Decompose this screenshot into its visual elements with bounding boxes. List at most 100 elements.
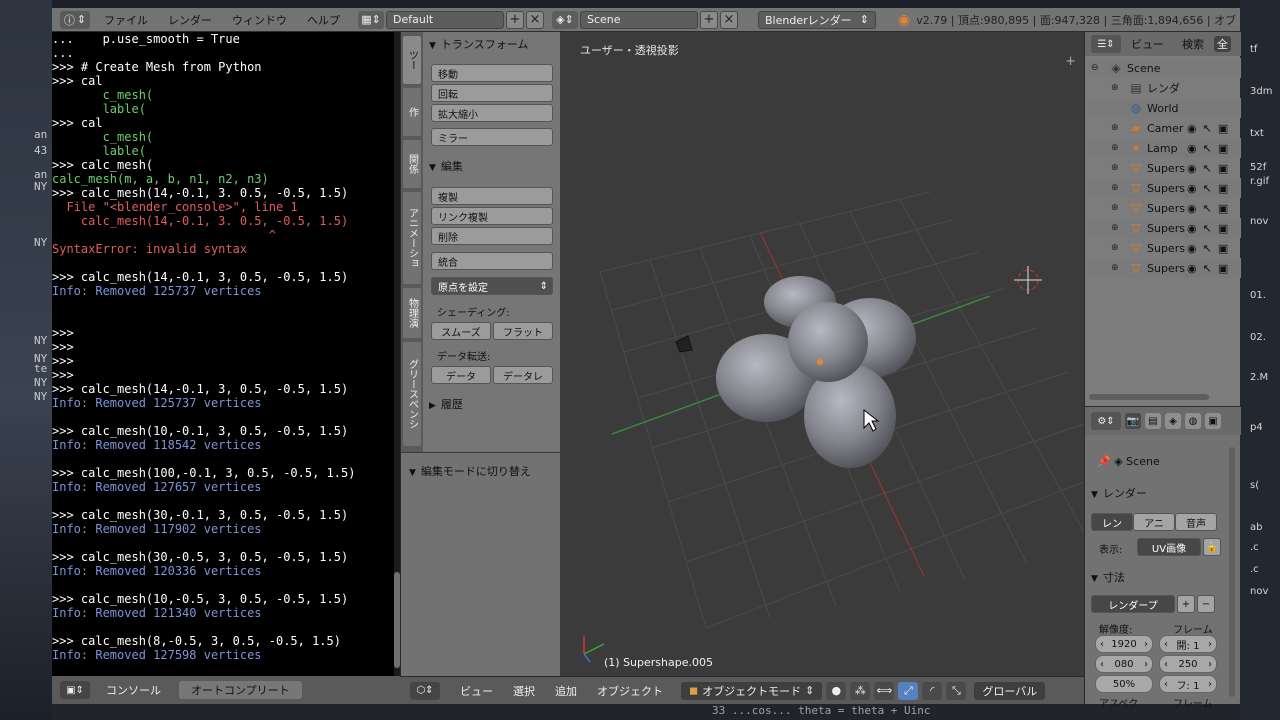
- object-context-icon[interactable]: ▣: [1205, 413, 1221, 429]
- eye-icon[interactable]: ◉: [1187, 122, 1197, 135]
- outliner-item[interactable]: ◍ World: [1085, 98, 1241, 118]
- interaction-mode-dropdown[interactable]: ◼ オブジェクトモード ⇕: [681, 681, 823, 700]
- outliner-item[interactable]: ⊕ ▽ Supers ◉ ↖ ▣: [1085, 158, 1241, 178]
- outliner-item[interactable]: ⊕ ▰ Camer ◉ ↖ ▣: [1085, 118, 1241, 138]
- outliner-item[interactable]: ⊕ ▽ Supers ◉ ↖ ▣: [1085, 238, 1241, 258]
- scene-context-icon[interactable]: ◈: [1165, 413, 1181, 429]
- screen-layout-icon[interactable]: ▦⇕: [358, 10, 384, 29]
- rotate-manipulator-icon[interactable]: ◜: [922, 681, 943, 700]
- data-layout-button[interactable]: データレ: [493, 366, 553, 384]
- tab-grease-pencil[interactable]: グリースペンシ: [403, 342, 421, 446]
- menu-view[interactable]: ビュー: [460, 683, 493, 699]
- outliner-scrollbar[interactable]: [1089, 394, 1209, 400]
- camera-render-icon[interactable]: ▣: [1218, 262, 1228, 275]
- expand-toggle-icon[interactable]: ⊕: [1111, 83, 1119, 93]
- render-panel-header[interactable]: ▼ レンダー: [1091, 485, 1147, 501]
- expand-toggle-icon[interactable]: ⊕: [1111, 243, 1119, 253]
- properties-scrollbar[interactable]: [1229, 447, 1235, 697]
- lock-icon[interactable]: 🔒: [1203, 538, 1221, 556]
- transform-panel-header[interactable]: ▼ トランスフォーム: [429, 36, 528, 52]
- expand-toggle-icon[interactable]: ⊕: [1111, 143, 1119, 153]
- camera-render-icon[interactable]: ▣: [1218, 162, 1228, 175]
- menu-help[interactable]: ヘルプ: [297, 12, 350, 28]
- properties-editor-type-button[interactable]: ⚙⇕: [1091, 412, 1121, 430]
- cursor-select-icon[interactable]: ↖: [1203, 222, 1212, 235]
- expand-toggle-icon[interactable]: ⊕: [1111, 223, 1119, 233]
- console-menu[interactable]: コンソール: [106, 682, 161, 698]
- menu-object[interactable]: オブジェクト: [597, 683, 663, 699]
- outliner-item[interactable]: ⊖ ◈ Scene: [1085, 58, 1241, 78]
- expand-toggle-icon[interactable]: ⊕: [1111, 123, 1119, 133]
- 3d-cursor-icon[interactable]: [1014, 266, 1042, 294]
- world-context-icon[interactable]: ◍: [1185, 413, 1201, 429]
- set-origin-dropdown[interactable]: 原点を設定 ⇕: [431, 277, 553, 295]
- outliner-editor-type-button[interactable]: ☰⇕: [1091, 35, 1121, 53]
- resolution-y-field[interactable]: ‹ 080 ›: [1095, 655, 1153, 673]
- render-audio-button[interactable]: 音声: [1175, 513, 1217, 531]
- camera-render-icon[interactable]: ▣: [1218, 182, 1228, 195]
- render-context-icon[interactable]: 📷: [1125, 413, 1141, 429]
- rotate-button[interactable]: 回転: [431, 84, 553, 102]
- render-engine-select[interactable]: Blenderレンダー ⇕: [758, 10, 876, 29]
- translate-button[interactable]: 移動: [431, 64, 553, 82]
- cursor-select-icon[interactable]: ↖: [1203, 182, 1212, 195]
- camera-render-icon[interactable]: ▣: [1218, 142, 1228, 155]
- render-still-button[interactable]: レン: [1091, 513, 1133, 531]
- scale-manipulator-icon[interactable]: ⤡: [946, 681, 967, 700]
- add-preset-button[interactable]: +: [1177, 595, 1195, 613]
- join-button[interactable]: 統合: [431, 252, 553, 270]
- tab-relations[interactable]: 関係: [403, 140, 421, 188]
- expand-toggle-icon[interactable]: ⊕: [1111, 203, 1119, 213]
- outliner-item[interactable]: ⊕ ▤ レンダ: [1085, 78, 1241, 98]
- duplicate-linked-button[interactable]: リンク複製: [431, 207, 553, 225]
- tab-create[interactable]: 作: [403, 88, 421, 136]
- screen-layout-field[interactable]: Default: [386, 10, 504, 29]
- cursor-select-icon[interactable]: ↖: [1203, 142, 1212, 155]
- add-layout-button[interactable]: +: [506, 10, 524, 29]
- frame-start-field[interactable]: ‹ 開: 1 ›: [1159, 635, 1217, 653]
- viewport-editor-type-button[interactable]: ⬡⇕: [410, 681, 440, 700]
- render-layers-context-icon[interactable]: ▤: [1145, 413, 1161, 429]
- eye-icon[interactable]: ◉: [1187, 142, 1197, 155]
- cursor-select-icon[interactable]: ↖: [1203, 202, 1212, 215]
- shade-smooth-button[interactable]: スムーズ: [431, 322, 491, 340]
- outliner-item[interactable]: ⊕ ✦ Lamp ◉ ↖ ▣: [1085, 138, 1241, 158]
- operator-panel-header[interactable]: ▼ 編集モードに切り替え: [409, 463, 531, 479]
- eye-icon[interactable]: ◉: [1187, 202, 1197, 215]
- cursor-select-icon[interactable]: ↖: [1203, 242, 1212, 255]
- outliner-item[interactable]: ⊕ ▽ Supers ◉ ↖ ▣: [1085, 178, 1241, 198]
- scene-field[interactable]: Scene: [580, 10, 698, 29]
- 3d-viewport[interactable]: ユーザー・透視投影 (1) Supershape.005 +: [560, 32, 1084, 676]
- outliner-item[interactable]: ⊕ ▽ Supers ◉ ↖ ▣: [1085, 218, 1241, 238]
- history-panel-header[interactable]: ▶ 履歴: [429, 396, 463, 412]
- menu-add[interactable]: 追加: [555, 683, 577, 699]
- expand-toggle-icon[interactable]: ⊖: [1091, 63, 1099, 73]
- cursor-select-icon[interactable]: ↖: [1203, 162, 1212, 175]
- outliner-search-menu[interactable]: 検索: [1182, 36, 1204, 52]
- outliner-view-menu[interactable]: ビュー: [1131, 36, 1164, 52]
- frame-end-field[interactable]: ‹ 250 ›: [1159, 655, 1217, 673]
- remove-preset-button[interactable]: −: [1197, 595, 1215, 613]
- expand-toggle-icon[interactable]: ⊕: [1111, 163, 1119, 173]
- autocomplete-button[interactable]: オートコンプリート: [179, 681, 302, 699]
- viewport-shading-icon[interactable]: ●: [826, 681, 847, 700]
- outliner-display-mode[interactable]: 全: [1214, 36, 1231, 52]
- viewport-plus-icon[interactable]: +: [1065, 54, 1076, 69]
- display-dropdown[interactable]: UV画像: [1137, 538, 1201, 556]
- scene-icon[interactable]: ◈⇕: [552, 10, 578, 29]
- tab-tools[interactable]: ツー: [403, 36, 421, 84]
- outliner-item[interactable]: ⊕ ▽ Supers ◉ ↖ ▣: [1085, 258, 1241, 278]
- eye-icon[interactable]: ◉: [1187, 262, 1197, 275]
- eye-icon[interactable]: ◉: [1187, 242, 1197, 255]
- cursor-select-icon[interactable]: ↖: [1203, 122, 1212, 135]
- resolution-percentage-field[interactable]: 50%: [1095, 675, 1153, 693]
- camera-render-icon[interactable]: ▣: [1218, 122, 1228, 135]
- camera-render-icon[interactable]: ▣: [1218, 222, 1228, 235]
- render-animation-button[interactable]: アニ: [1133, 513, 1175, 531]
- camera-render-icon[interactable]: ▣: [1218, 242, 1228, 255]
- menu-window[interactable]: ウィンドウ: [222, 12, 297, 28]
- tab-animation[interactable]: アニメーショ: [403, 192, 421, 284]
- tab-physics[interactable]: 物理演: [403, 288, 421, 338]
- expand-toggle-icon[interactable]: ⊕: [1111, 263, 1119, 273]
- eye-icon[interactable]: ◉: [1187, 222, 1197, 235]
